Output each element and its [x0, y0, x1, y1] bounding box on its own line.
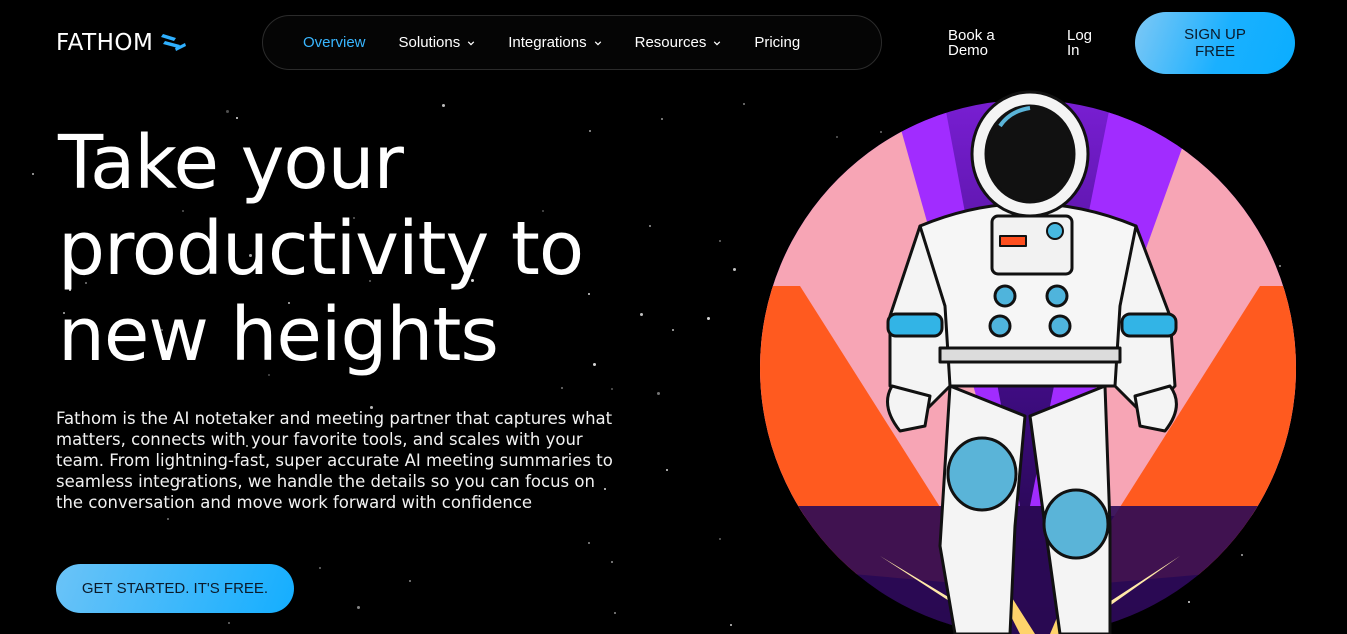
nav-pricing-label: Pricing [754, 34, 801, 51]
star [657, 392, 660, 395]
hero-title-line-2: productivity to [58, 206, 584, 292]
nav-integrations-label: Integrations [508, 34, 587, 51]
star [588, 542, 590, 544]
chevron-down-icon [468, 40, 475, 45]
brand-name: FATHOM [56, 30, 154, 56]
star [611, 561, 613, 563]
star [719, 538, 721, 540]
star [730, 624, 732, 626]
hero-title: Take your productivity to new heights [58, 120, 698, 378]
nav-resources-label: Resources [634, 34, 707, 51]
star [666, 469, 668, 471]
star [719, 240, 721, 242]
site-header: FATHOM Overview Solutions Integrations R… [0, 0, 1347, 86]
star [228, 622, 230, 624]
star [611, 388, 613, 390]
star [743, 103, 745, 105]
star [226, 110, 229, 113]
get-started-button[interactable]: GET STARTED. IT'S FREE. [56, 564, 294, 613]
star [442, 104, 445, 107]
nav-overview-label: Overview [303, 34, 366, 51]
nav-overview[interactable]: Overview [303, 34, 366, 51]
main-nav: Overview Solutions Integrations Resource… [262, 15, 882, 70]
nav-resources[interactable]: Resources [635, 34, 722, 51]
star [32, 173, 34, 175]
chevron-down-icon [594, 40, 601, 45]
star [733, 268, 736, 271]
hero-title-line-1: Take your [58, 120, 404, 206]
star [319, 567, 321, 569]
star [357, 606, 360, 609]
nav-solutions[interactable]: Solutions [399, 34, 476, 51]
fathom-logo-icon [161, 34, 187, 51]
chevron-down-icon [714, 40, 721, 45]
nav-integrations[interactable]: Integrations [508, 34, 601, 51]
brand-logo[interactable]: FATHOM [56, 30, 187, 56]
star [614, 612, 616, 614]
login-link[interactable]: Log In [1067, 28, 1097, 58]
book-demo-link[interactable]: Book a Demo [948, 28, 1008, 58]
hero-title-line-3: new heights [58, 292, 499, 378]
nav-solutions-label: Solutions [398, 34, 461, 51]
sign-up-button[interactable]: SIGN UP FREE [1135, 12, 1295, 74]
star [409, 580, 411, 582]
hero-description: Fathom is the AI notetaker and meeting p… [56, 409, 613, 512]
astronaut-illustration [760, 90, 1296, 634]
star [707, 317, 710, 320]
star [167, 518, 169, 520]
star [236, 117, 238, 119]
nav-pricing[interactable]: Pricing [754, 34, 800, 51]
star [561, 387, 563, 389]
